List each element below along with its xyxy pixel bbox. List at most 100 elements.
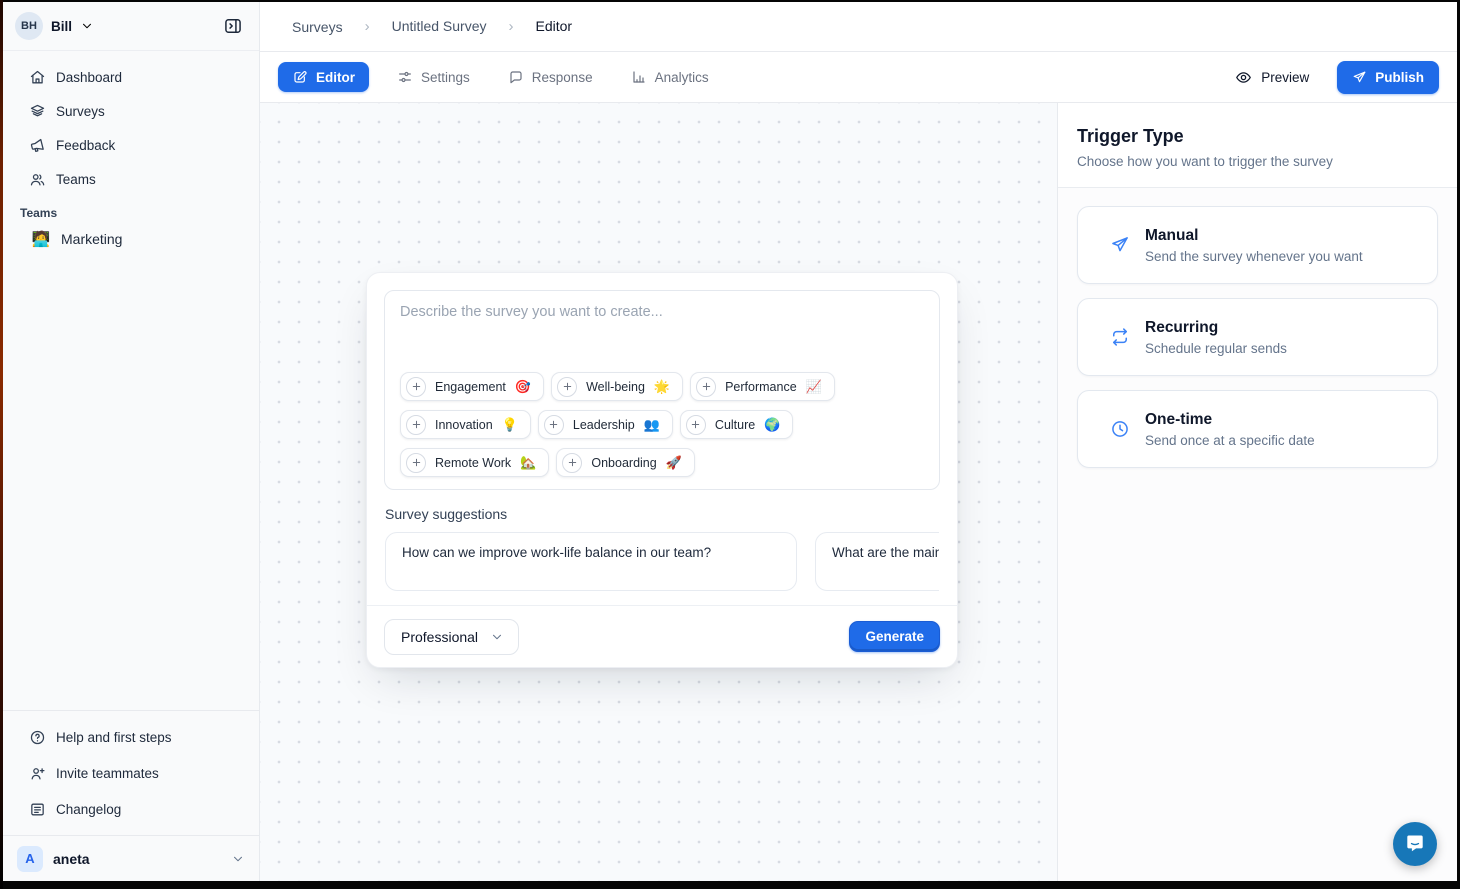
content-area: Engagement 🎯 Well-being 🌟 Performance xyxy=(260,103,1457,881)
clock-icon xyxy=(1110,419,1130,439)
sidebar-item-label: Surveys xyxy=(56,104,105,119)
edit-icon xyxy=(292,69,308,85)
sidebar-item[interactable]: Surveys xyxy=(13,94,249,128)
topic-emoji: 🌟 xyxy=(654,379,670,395)
suggestions-row: How can we improve work-life balance in … xyxy=(385,532,939,591)
workspace-name: Bill xyxy=(51,19,72,34)
sidebar: BH Bill Dashboard Surveys xyxy=(3,2,260,881)
tab-label: Analytics xyxy=(655,70,709,85)
plus-icon xyxy=(686,415,706,435)
tab[interactable]: Analytics xyxy=(621,62,719,92)
editor-canvas[interactable]: Engagement 🎯 Well-being 🌟 Performance xyxy=(260,103,1057,881)
topic-chip[interactable]: Remote Work 🏡 xyxy=(400,448,549,477)
repeat-icon xyxy=(1110,327,1130,347)
topic-label: Well-being xyxy=(586,380,645,394)
topic-chip[interactable]: Leadership 👥 xyxy=(538,410,673,439)
teams-list: 🧑‍💻 Marketing xyxy=(3,222,259,256)
tab[interactable]: Settings xyxy=(387,62,480,92)
sidebar-footer-item[interactable]: Changelog xyxy=(13,791,249,827)
topic-emoji: 🎯 xyxy=(515,379,531,395)
topic-chip[interactable]: Innovation 💡 xyxy=(400,410,531,439)
sidebar-footer-label: Invite teammates xyxy=(56,766,159,781)
sidebar-item[interactable]: Teams xyxy=(13,162,249,196)
tab[interactable]: Response xyxy=(498,62,603,92)
toolbar: Editor Settings Response Analytics xyxy=(260,52,1457,103)
sidebar-collapse-button[interactable] xyxy=(219,12,247,40)
generate-button[interactable]: Generate xyxy=(849,621,940,652)
trigger-options: Manual Send the survey whenever you want… xyxy=(1058,188,1457,500)
workspace-avatar: BH xyxy=(15,12,43,40)
topic-chip[interactable]: Onboarding 🚀 xyxy=(556,448,695,477)
panel-right-icon xyxy=(223,16,243,36)
publish-label: Publish xyxy=(1375,70,1424,85)
topic-emoji: 💡 xyxy=(502,417,518,433)
breadcrumb-item[interactable]: Editor xyxy=(487,18,573,35)
sidebar-footer-nav: Help and first steps Invite teammates Ch… xyxy=(3,710,259,835)
account-menu[interactable]: A aneta xyxy=(3,835,259,881)
suggestions-title: Survey suggestions xyxy=(385,506,939,522)
trigger-option-title: Recurring xyxy=(1145,319,1287,337)
topic-chip[interactable]: Well-being 🌟 xyxy=(551,372,683,401)
eye-icon xyxy=(1235,69,1252,86)
sidebar-item[interactable]: Dashboard xyxy=(13,60,249,94)
trigger-panel: Trigger Type Choose how you want to trig… xyxy=(1057,103,1457,881)
send-icon xyxy=(1352,70,1367,85)
topic-label: Leadership xyxy=(573,418,635,432)
composer-footer: Professional Generate xyxy=(367,605,957,667)
trigger-option[interactable]: Recurring Schedule regular sends xyxy=(1077,298,1438,376)
help-icon xyxy=(29,729,46,746)
bar-chart-icon xyxy=(631,69,647,85)
topic-chip[interactable]: Culture 🌍 xyxy=(680,410,793,439)
sidebar-item[interactable]: Feedback xyxy=(13,128,249,162)
breadcrumb-item[interactable]: Untitled Survey xyxy=(343,18,487,35)
sliders-icon xyxy=(397,69,413,85)
tone-value: Professional xyxy=(401,629,478,645)
trigger-panel-title: Trigger Type xyxy=(1077,126,1438,147)
publish-button[interactable]: Publish xyxy=(1337,61,1439,94)
sidebar-header: BH Bill xyxy=(3,2,259,51)
trigger-option-description: Schedule regular sends xyxy=(1145,341,1287,356)
main-area: SurveysUntitled SurveyEditor Editor Sett… xyxy=(260,2,1457,881)
topic-emoji: 🏡 xyxy=(520,455,536,471)
home-icon xyxy=(29,69,46,86)
topic-label: Onboarding xyxy=(591,456,656,470)
plus-icon xyxy=(557,377,577,397)
layers-icon xyxy=(29,103,46,120)
sidebar-footer-label: Help and first steps xyxy=(56,730,172,745)
user-avatar: A xyxy=(17,846,43,872)
breadcrumb-item[interactable]: Surveys xyxy=(292,19,343,35)
chevron-down-icon xyxy=(490,630,504,644)
topic-chip[interactable]: Engagement 🎯 xyxy=(400,372,544,401)
topic-chip[interactable]: Performance 📈 xyxy=(690,372,835,401)
topic-label: Culture xyxy=(715,418,755,432)
tab-label: Editor xyxy=(316,70,355,85)
chat-launcher-button[interactable] xyxy=(1393,822,1437,866)
trigger-option-description: Send the survey whenever you want xyxy=(1145,249,1363,264)
teams-section-label: Teams xyxy=(3,206,259,220)
plus-icon xyxy=(406,453,426,473)
newspaper-icon xyxy=(29,801,46,818)
preview-label: Preview xyxy=(1261,70,1309,85)
tab[interactable]: Editor xyxy=(278,62,369,92)
topic-label: Performance xyxy=(725,380,797,394)
survey-prompt-input[interactable] xyxy=(400,304,924,364)
preview-button[interactable]: Preview xyxy=(1225,63,1319,92)
send-icon xyxy=(1110,235,1130,255)
trigger-option-title: Manual xyxy=(1145,227,1363,245)
sidebar-team-item[interactable]: 🧑‍💻 Marketing xyxy=(13,222,249,256)
app-window: BH Bill Dashboard Surveys xyxy=(3,2,1457,881)
sidebar-footer-item[interactable]: Invite teammates xyxy=(13,755,249,791)
tone-select[interactable]: Professional xyxy=(384,619,519,655)
chat-bubble-icon xyxy=(1404,832,1426,857)
suggestion-card[interactable]: What are the main ob xyxy=(815,532,939,591)
plus-icon xyxy=(696,377,716,397)
topic-emoji: 🌍 xyxy=(764,417,780,433)
suggestion-card[interactable]: How can we improve work-life balance in … xyxy=(385,532,797,591)
workspace-switcher[interactable]: BH Bill xyxy=(15,12,94,40)
plus-icon xyxy=(406,377,426,397)
topic-emoji: 📈 xyxy=(806,379,822,395)
trigger-option[interactable]: One-time Send once at a specific date xyxy=(1077,390,1438,468)
trigger-option[interactable]: Manual Send the survey whenever you want xyxy=(1077,206,1438,284)
topic-label: Engagement xyxy=(435,380,506,394)
sidebar-footer-item[interactable]: Help and first steps xyxy=(13,719,249,755)
